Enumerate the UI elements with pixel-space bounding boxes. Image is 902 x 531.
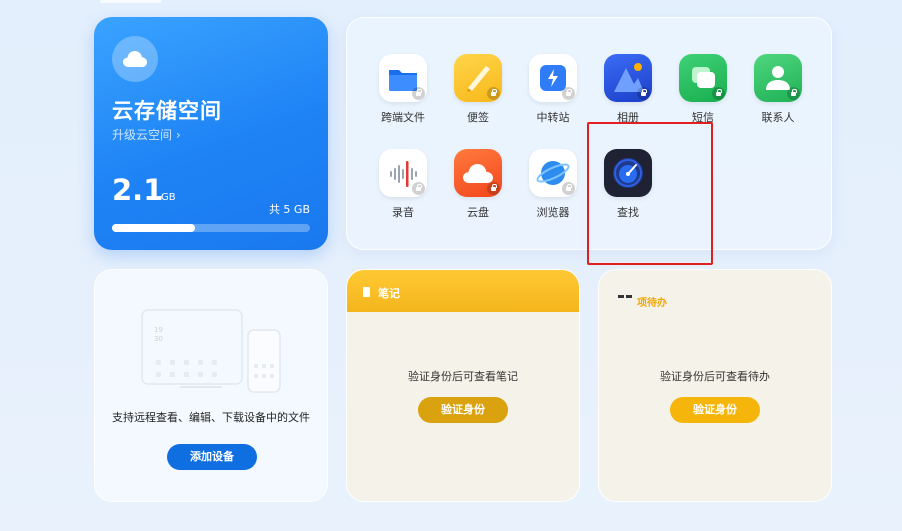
notes-card: 笔记 验证身份后可查看笔记 验证身份 xyxy=(346,269,580,502)
app-browser[interactable]: 浏览器 xyxy=(518,149,588,220)
app-label: 联系人 xyxy=(761,111,795,124)
app-label: 浏览器 xyxy=(536,206,570,219)
recorder-icon xyxy=(379,149,427,197)
highlight-box xyxy=(587,122,713,265)
cloud-storage-card[interactable]: 云存储空间 升级云空间 › 2.1 GB 共 5 GB xyxy=(94,17,328,250)
app-label: 云盘 xyxy=(467,206,489,219)
app-label: 录音 xyxy=(392,206,414,219)
messages-icon xyxy=(679,54,727,102)
cloud-icon xyxy=(112,36,158,82)
todo-card: 项待办 验证身份后可查看待办 验证身份 xyxy=(598,269,832,502)
app-label: 便签 xyxy=(467,111,489,124)
upgrade-storage-link[interactable]: 升级云空间 › xyxy=(112,126,181,143)
add-device-button[interactable]: 添加设备 xyxy=(167,444,257,470)
todo-count-masked-icon xyxy=(618,295,633,299)
app-label: 中转站 xyxy=(536,111,570,124)
cloud-drive-icon xyxy=(454,149,502,197)
todo-locked-message: 验证身份后可查看待办 xyxy=(660,370,770,383)
notes-header: 笔记 xyxy=(347,270,579,312)
devices-card: 19 30 支持远程查看、编辑、下载设备中的文件 添加设备 xyxy=(94,269,328,502)
note-icon xyxy=(363,287,370,297)
used-storage-unit: GB xyxy=(161,192,176,203)
gallery-icon xyxy=(604,54,652,102)
used-storage-value: 2.1 xyxy=(112,173,164,207)
total-storage: 共 5 GB xyxy=(268,203,310,216)
devices-illustration-icon: 19 30 xyxy=(141,309,281,393)
todo-verify-button[interactable]: 验证身份 xyxy=(670,397,760,423)
notes-verify-button[interactable]: 验证身份 xyxy=(418,397,508,423)
notes-locked-message: 验证身份后可查看笔记 xyxy=(408,370,518,383)
storage-progress-bar xyxy=(112,224,310,232)
svg-text:19: 19 xyxy=(154,326,163,334)
app-label: 跨端文件 xyxy=(381,111,425,124)
app-messages[interactable]: 短信 xyxy=(668,54,738,125)
app-transfer-station[interactable]: 中转站 xyxy=(518,54,588,125)
svg-text:30: 30 xyxy=(154,335,163,343)
app-contacts[interactable]: 联系人 xyxy=(743,54,813,125)
notepad-icon xyxy=(454,54,502,102)
storage-title: 云存储空间 xyxy=(112,99,222,123)
app-recorder[interactable]: 录音 xyxy=(368,149,438,220)
folder-icon xyxy=(379,54,427,102)
browser-icon xyxy=(529,149,577,197)
devices-description: 支持远程查看、编辑、下载设备中的文件 xyxy=(112,411,310,424)
app-notepad[interactable]: 便签 xyxy=(443,54,513,125)
transfer-station-icon xyxy=(529,54,577,102)
contacts-icon xyxy=(754,54,802,102)
app-cloud-drive[interactable]: 云盘 xyxy=(443,149,513,220)
todo-title: 项待办 xyxy=(637,298,667,309)
top-divider xyxy=(100,0,162,3)
app-cross-device-files[interactable]: 跨端文件 xyxy=(368,54,438,125)
storage-progress-fill xyxy=(112,224,196,232)
app-gallery[interactable]: 相册 xyxy=(593,54,663,125)
notes-title: 笔记 xyxy=(378,287,400,300)
